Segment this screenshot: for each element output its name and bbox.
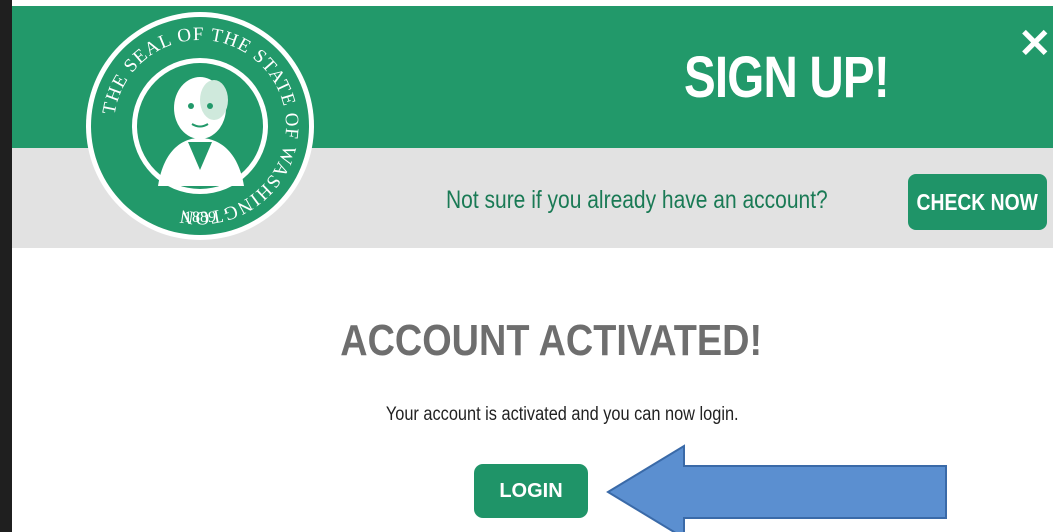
activation-heading: ACCOUNT ACTIVATED! [0,316,1053,366]
account-check-prompt: Not sure if you already have an account? [446,186,828,214]
signup-dialog: THE SEAL OF THE STATE OF WASHINGTON 1889… [0,0,1053,532]
check-now-button[interactable]: CHECK NOW [908,174,1047,230]
login-label: LOGIN [499,479,563,502]
login-button[interactable]: LOGIN [474,464,588,518]
state-seal-logo: THE SEAL OF THE STATE OF WASHINGTON 1889 [84,10,316,242]
close-icon[interactable]: ✕ [1018,24,1052,64]
activation-message: Your account is activated and you can no… [0,404,1053,426]
window-edge [0,0,12,532]
seal-year: 1889 [184,209,216,226]
arrow-left-icon [606,444,947,532]
activation-heading-text: ACCOUNT ACTIVATED! [340,316,763,365]
activation-message-text: Your account is activated and you can no… [386,404,740,425]
check-now-label: CHECK NOW [916,188,1039,215]
page-title: SIGN UP! [684,45,890,110]
seal-icon: THE SEAL OF THE STATE OF WASHINGTON 1889 [86,12,314,240]
